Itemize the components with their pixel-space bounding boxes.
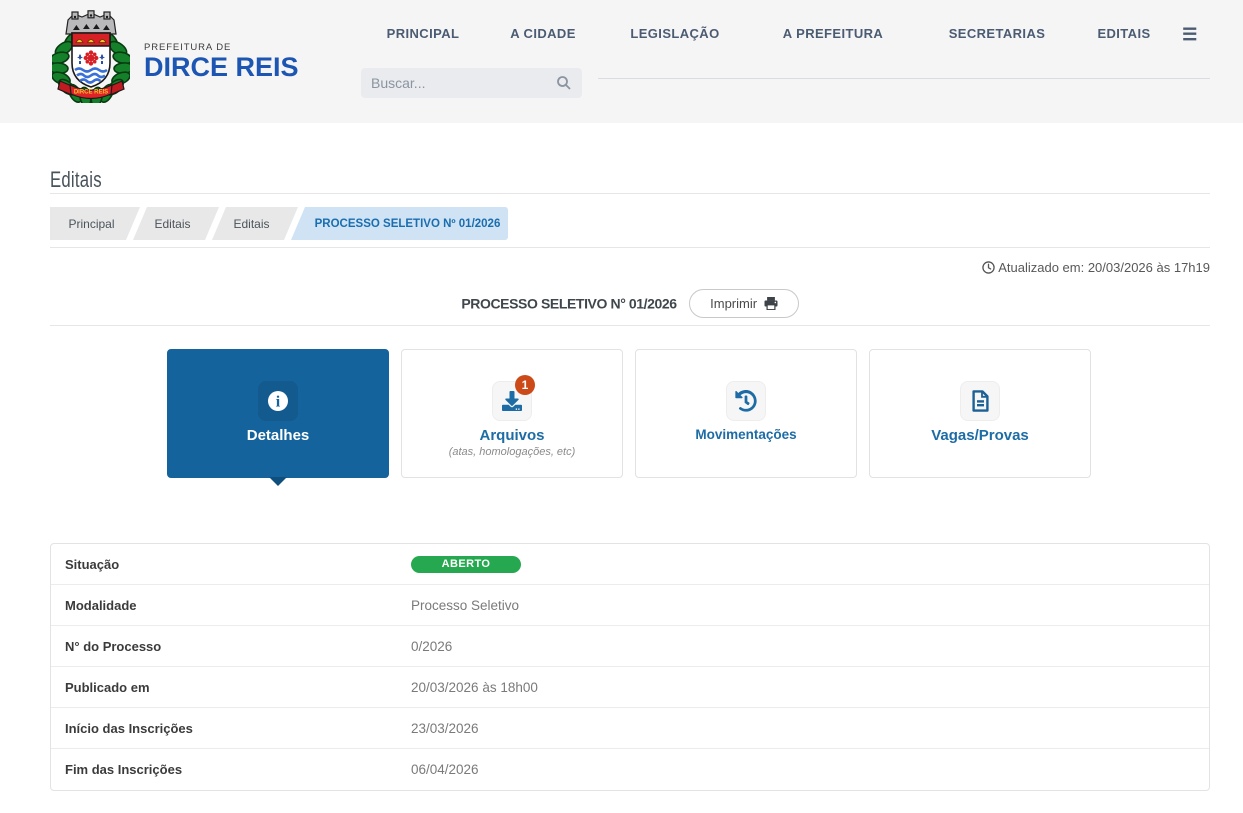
svg-text:i: i [276, 394, 281, 411]
svg-text:DIRCE REIS: DIRCE REIS [74, 90, 108, 96]
